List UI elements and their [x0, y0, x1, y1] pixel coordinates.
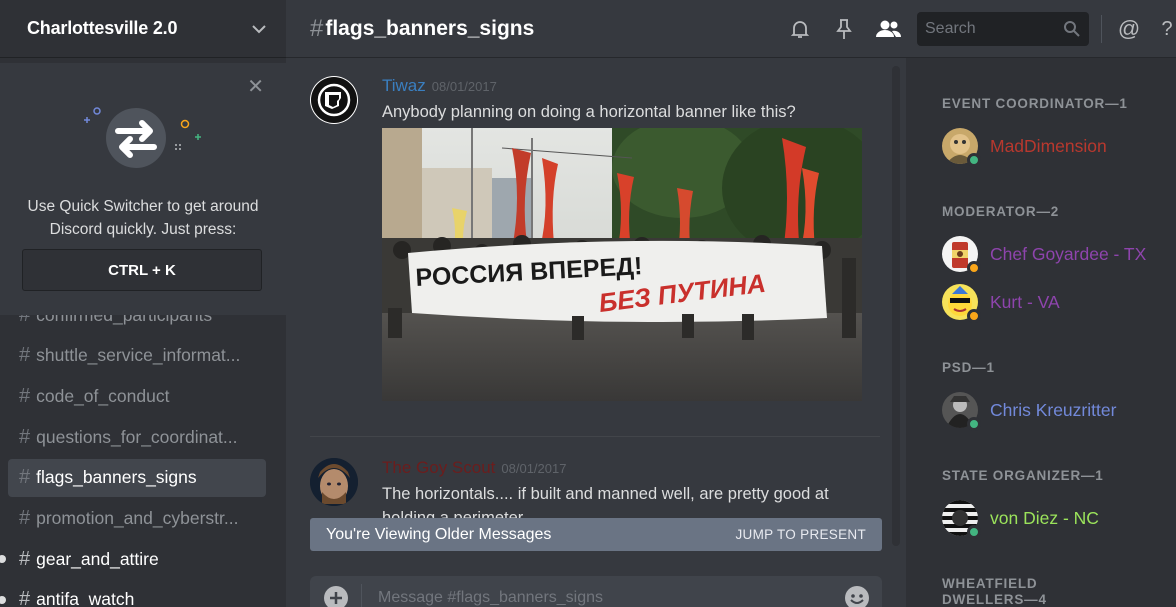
message-area: Tiwaz 08/01/2017 Anybody planning on doin… — [286, 58, 904, 607]
avatar — [942, 284, 981, 323]
avatar — [942, 392, 981, 431]
message-timestamp: 08/01/2017 — [431, 79, 497, 94]
member-name: Kurt - VA — [990, 291, 1060, 312]
message-composer: Message #flags_banners_signs — [310, 576, 882, 607]
avatar — [942, 500, 981, 539]
channel-item[interactable]: # questions_for_coordinat... — [8, 418, 266, 456]
status-idle-indicator — [967, 309, 981, 323]
plus-circle-icon — [323, 586, 348, 607]
member-name: Chef Goyardee - TX — [990, 243, 1147, 264]
member-item[interactable]: MadDimension — [942, 126, 1172, 167]
channel-name: flags_banners_signs — [36, 467, 197, 488]
channel-name: promotion_and_cyberstr... — [36, 507, 239, 528]
older-messages-text: You're Viewing Older Messages — [326, 525, 552, 543]
channel-item[interactable]: # shuttle_service_informat... — [8, 337, 266, 375]
hash-icon: # — [19, 547, 31, 570]
header-divider — [1101, 15, 1102, 43]
unread-indicator — [0, 555, 6, 564]
channel-name: shuttle_service_informat... — [36, 345, 241, 366]
pin-icon[interactable] — [829, 14, 859, 44]
avatar[interactable] — [310, 76, 358, 124]
help-icon[interactable]: ? — [1158, 14, 1176, 44]
channel-name: code_of_conduct — [36, 385, 170, 406]
avatar — [942, 128, 981, 167]
status-online-indicator — [967, 525, 981, 539]
role-header: WHEATFIELD DWELLERS—4 — [942, 576, 1047, 607]
channel-item-active[interactable]: # flags_banners_signs — [8, 458, 266, 497]
members-icon[interactable] — [873, 14, 903, 44]
member-item[interactable]: Chris Kreuzritter — [942, 390, 1172, 431]
hash-icon: # — [19, 506, 31, 529]
hash-icon: # — [19, 425, 31, 448]
scrollbar[interactable] — [892, 66, 900, 546]
unread-indicator — [0, 595, 6, 604]
attached-image[interactable]: РОССИЯ ВПЕРЕД! БЕЗ ПУТИНА — [382, 128, 862, 401]
swap-arrows-icon — [84, 107, 201, 168]
chevron-down-icon[interactable] — [252, 21, 266, 37]
upload-button[interactable] — [310, 584, 362, 607]
member-item[interactable]: von Diez - NC — [942, 498, 1172, 539]
member-name: Chris Kreuzritter — [990, 399, 1117, 420]
emoji-button[interactable] — [832, 585, 882, 607]
search-placeholder: Search — [925, 20, 976, 37]
role-header: STATE ORGANIZER—1 — [942, 468, 1104, 483]
close-icon[interactable]: ✕ — [247, 77, 264, 97]
search-input[interactable]: Search — [917, 12, 1089, 46]
search-icon — [1064, 21, 1080, 37]
hash-icon: # — [19, 384, 31, 407]
message-divider — [310, 436, 880, 437]
member-list: EVENT COORDINATOR—1 MadDimension MODERAT… — [906, 58, 1176, 607]
role-header: EVENT COORDINATOR—1 — [942, 96, 1128, 111]
jump-to-present-button[interactable]: JUMP TO PRESENT — [735, 527, 866, 542]
channel-name: questions_for_coordinat... — [36, 426, 238, 447]
member-item[interactable]: Chef Goyardee - TX — [942, 234, 1172, 275]
status-online-indicator — [967, 417, 981, 431]
message-input[interactable]: Message #flags_banners_signs — [362, 589, 832, 607]
member-item[interactable]: Kurt - VA — [942, 282, 1172, 323]
role-header: PSD—1 — [942, 360, 995, 375]
hash-icon: # — [19, 588, 31, 607]
message-author[interactable]: The Goy Scout — [382, 458, 495, 477]
bell-icon[interactable] — [785, 14, 815, 44]
hash-icon: # — [19, 466, 31, 489]
member-name: von Diez - NC — [990, 507, 1099, 528]
channel-title: flags_banners_signs — [325, 16, 535, 40]
server-name: Charlottesville 2.0 — [27, 18, 178, 38]
role-header: MODERATOR—2 — [942, 204, 1060, 219]
channel-item[interactable]: # code_of_conduct — [8, 377, 266, 415]
channel-name: antifa_watch — [36, 589, 135, 607]
member-name: MadDimension — [990, 135, 1107, 156]
hash-icon: # — [19, 344, 31, 367]
channel-item[interactable]: # promotion_and_cyberstr... — [8, 499, 266, 537]
avatar[interactable] — [310, 458, 358, 506]
message-timestamp: 08/01/2017 — [501, 461, 567, 476]
older-messages-bar[interactable]: You're Viewing Older Messages JUMP TO PR… — [310, 518, 882, 551]
message-text: Anybody planning on doing a horizontal b… — [382, 103, 796, 121]
message-author[interactable]: Tiwaz — [382, 76, 426, 95]
status-online-indicator — [967, 153, 981, 167]
hash-icon: # — [310, 14, 324, 42]
channel-name: gear_and_attire — [36, 548, 159, 569]
server-header[interactable]: Charlottesville 2.0 — [0, 0, 286, 58]
channel-sidebar: Charlottesville 2.0 #confirmed_participa… — [0, 0, 286, 607]
channel-item-unread[interactable]: # gear_and_attire — [0, 540, 266, 578]
quick-switcher-popup: ✕ Use Quick Switcher to get around Disco… — [0, 63, 286, 315]
message: Tiwaz 08/01/2017 Anybody planning on doin… — [310, 76, 890, 416]
channel-header: # flags_banners_signs Search @ ? — [286, 0, 1176, 58]
status-idle-indicator — [967, 261, 981, 275]
shortcut-keycap: CTRL + K — [22, 249, 262, 291]
quick-switcher-text: Use Quick Switcher to get around Discord… — [27, 198, 259, 238]
avatar — [942, 236, 981, 275]
channel-item-unread[interactable]: # antifa_watch — [0, 581, 266, 607]
channel-list: #confirmed_participants #shuttle_service… — [0, 296, 286, 607]
emoji-icon — [845, 586, 869, 607]
at-icon[interactable]: @ — [1114, 14, 1144, 44]
